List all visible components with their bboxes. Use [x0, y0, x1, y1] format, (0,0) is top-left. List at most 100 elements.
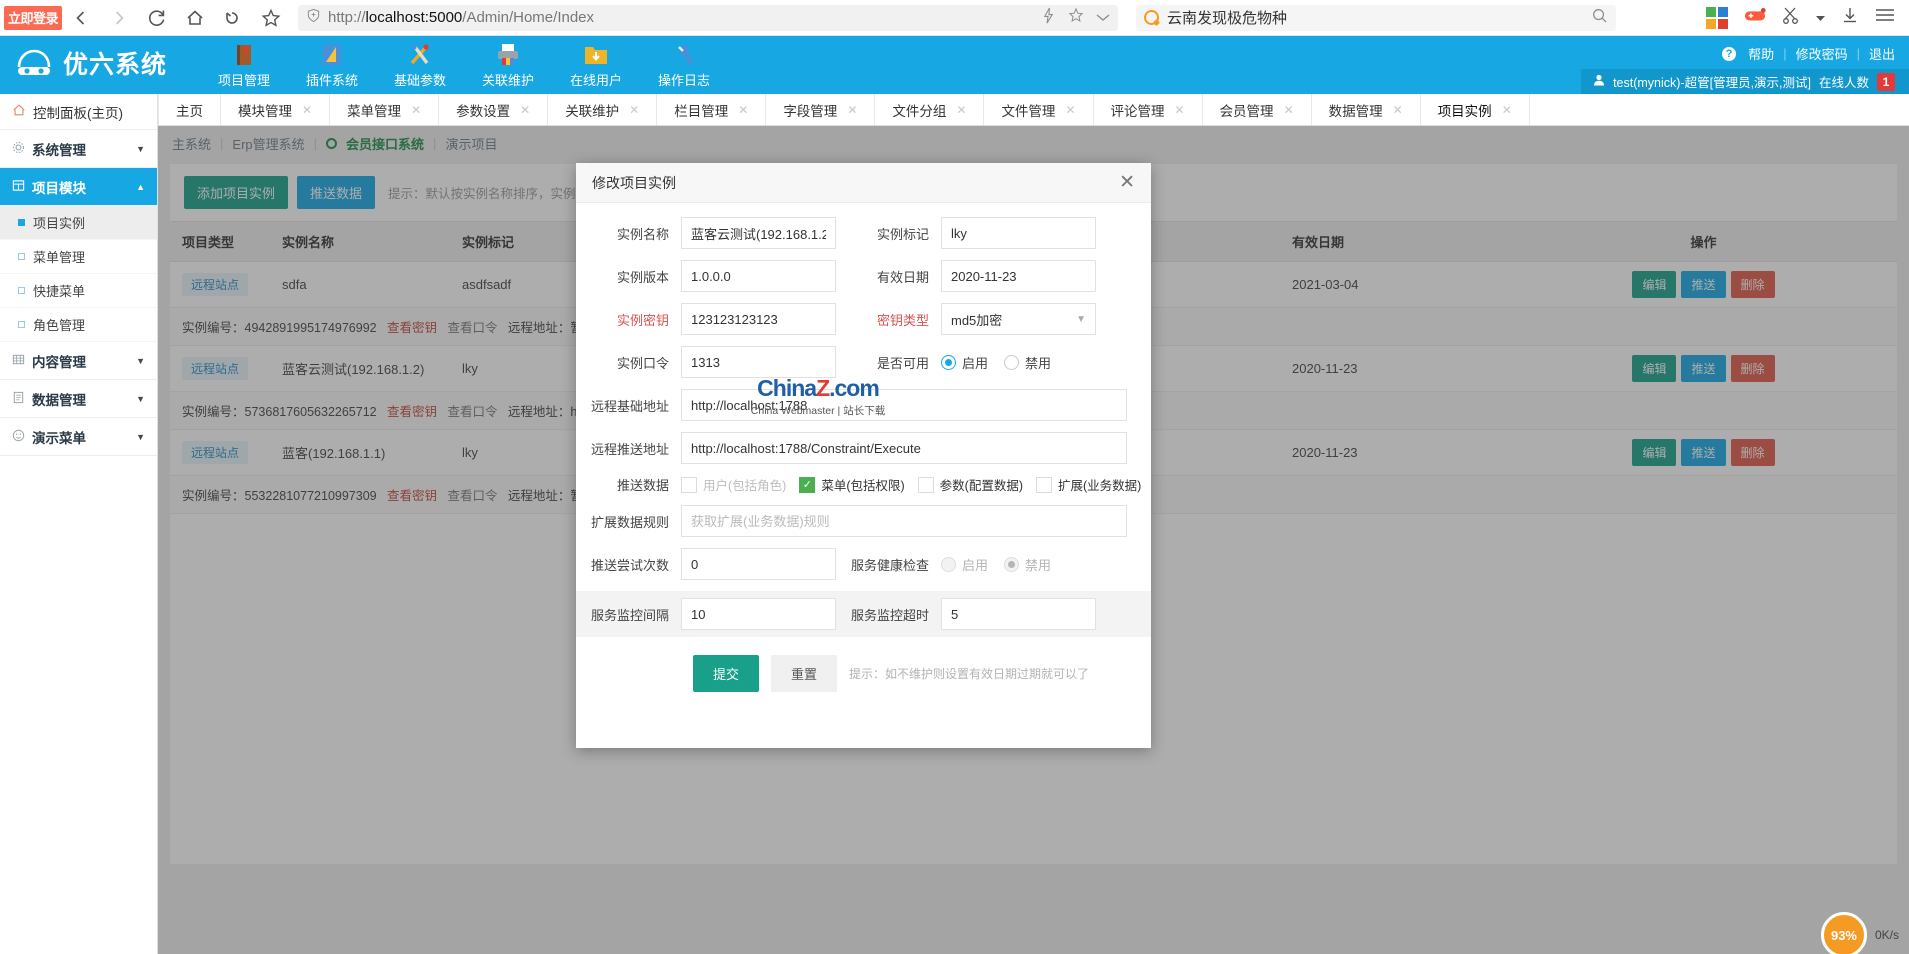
sidebar-item-menu-manage[interactable]: 菜单管理 [0, 240, 157, 274]
tab-close-icon[interactable]: ✕ [1065, 103, 1075, 117]
login-badge[interactable]: 立即登录 [4, 5, 62, 30]
tab-member-manage[interactable]: 会员管理 ✕ [1203, 94, 1312, 125]
retry-input[interactable] [681, 548, 836, 580]
push-option-user[interactable]: 用户(包括角色) [681, 475, 786, 494]
sidebar-item-quick-menu[interactable]: 快捷菜单 [0, 274, 157, 308]
push-option-ext[interactable]: 扩展(业务数据) [1035, 475, 1141, 494]
header-nav-label-1: 插件系统 [305, 73, 358, 88]
tab-close-icon[interactable]: ✕ [520, 103, 530, 117]
tab-close-icon[interactable]: ✕ [302, 103, 312, 117]
remote-push-input[interactable] [681, 432, 1127, 464]
help-link[interactable]: 帮助 [1748, 44, 1774, 63]
scissors-dropdown-icon[interactable] [1816, 9, 1825, 27]
header-nav-item-5[interactable]: 操作日志 [640, 36, 728, 94]
tab-close-icon[interactable]: ✕ [738, 103, 748, 117]
radio-disabled-selected-icon [1004, 556, 1020, 572]
header-nav-item-3[interactable]: 关联维护 [464, 36, 552, 94]
sidebar-group-demo[interactable]: 演示菜单 ▼ [0, 418, 157, 456]
game-controller-icon[interactable] [1744, 7, 1766, 28]
close-icon[interactable]: ✕ [1119, 173, 1135, 192]
tab-menu-manage[interactable]: 菜单管理 ✕ [330, 94, 440, 125]
undo-icon[interactable] [214, 0, 252, 36]
monitor-interval-input[interactable] [681, 598, 836, 630]
tab-module-manage[interactable]: 模块管理 ✕ [221, 94, 331, 125]
header-nav-item-2[interactable]: 基础参数 [376, 36, 464, 94]
push-option-menu[interactable]: ✓ 菜单(包括权限) [799, 475, 905, 494]
forward-button[interactable] [100, 0, 138, 36]
speed-badge[interactable]: 93% [1820, 912, 1867, 954]
modal-body: 实例名称 实例标记 实例版本 有效日期 实例密钥 密钥类型 md5加密 ▼ 实例… [576, 203, 1151, 692]
home-icon[interactable] [176, 0, 214, 36]
search-engine-logo-icon [1144, 10, 1159, 25]
header-nav-item-4[interactable]: 在线用户 [552, 36, 640, 94]
submit-button[interactable]: 提交 [693, 655, 760, 692]
search-bar[interactable]: 云南发现极危物种 [1136, 4, 1616, 31]
enabled-radio-on[interactable]: 启用 [941, 353, 988, 372]
remote-base-input[interactable] [681, 389, 1127, 421]
search-icon[interactable] [1591, 7, 1608, 29]
reset-button[interactable]: 重置 [771, 655, 838, 692]
push-option-param[interactable]: 参数(配置数据) [917, 475, 1023, 494]
tab-close-icon[interactable]: ✕ [956, 103, 966, 117]
menu-hamburger-icon[interactable] [1875, 8, 1895, 27]
tab-column-manage[interactable]: 栏目管理 ✕ [657, 94, 767, 125]
tab-project-instance[interactable]: 项目实例 ✕ [1421, 94, 1530, 125]
tab-close-icon[interactable]: ✕ [1284, 103, 1294, 117]
header-nav-item-0[interactable]: 项目管理 [200, 36, 288, 94]
tab-param-settings[interactable]: 参数设置 ✕ [439, 94, 549, 125]
instance-version-input[interactable] [681, 260, 836, 292]
enabled-off-label: 禁用 [1025, 355, 1052, 371]
reload-icon[interactable] [138, 0, 176, 36]
tab-close-icon[interactable]: ✕ [847, 103, 857, 117]
instance-tag-input[interactable] [941, 217, 1096, 249]
enabled-radio-off[interactable]: 禁用 [1004, 353, 1051, 372]
bookmark-star-icon[interactable] [252, 0, 290, 36]
tab-close-icon[interactable]: ✕ [411, 103, 421, 117]
sidebar-group-label-4: 演示菜单 [32, 430, 86, 446]
tab-comment-manage[interactable]: 评论管理 ✕ [1094, 94, 1203, 125]
tab-relation-maintain[interactable]: 关联维护 ✕ [548, 94, 658, 125]
sidebar-group-content[interactable]: 内容管理 ▼ [0, 342, 157, 380]
tab-home[interactable]: 主页 [158, 94, 221, 125]
lightning-icon[interactable] [1041, 7, 1056, 29]
apps-grid-icon[interactable] [1706, 6, 1728, 29]
tab-file-group[interactable]: 文件分组 ✕ [875, 94, 985, 125]
sidebar-item-role-manage[interactable]: 角色管理 [0, 308, 157, 342]
instance-key-input[interactable] [681, 303, 836, 335]
back-button[interactable] [62, 0, 100, 36]
label-instance-pass: 实例口令 [616, 355, 669, 371]
header-nav-item-1[interactable]: 插件系统 [288, 36, 376, 94]
monitor-timeout-input[interactable] [941, 598, 1096, 630]
sidebar-item-project-instance[interactable]: 项目实例 [0, 206, 157, 240]
app-logo[interactable]: 优六系统 [14, 43, 167, 83]
health-radio-group: 启用 禁用 [941, 555, 1096, 574]
bullet-icon [18, 219, 25, 226]
instance-pass-input[interactable] [681, 346, 836, 378]
ext-rule-input[interactable] [681, 505, 1127, 537]
sidebar-group-system[interactable]: 系统管理 ▼ [0, 130, 157, 168]
tab-field-manage[interactable]: 字段管理 ✕ [766, 94, 876, 125]
download-icon[interactable] [1841, 6, 1859, 29]
chevron-down-icon[interactable] [1096, 9, 1110, 27]
change-password-link[interactable]: 修改密码 [1796, 44, 1848, 63]
tab-file-manage[interactable]: 文件管理 ✕ [984, 94, 1094, 125]
field-row-push-data: 推送数据 用户(包括角色) ✓ 菜单(包括权限) 参数(配置数据) 扩展(业务数… [576, 475, 1151, 494]
scissors-icon[interactable] [1782, 6, 1800, 29]
favorite-star-icon[interactable] [1068, 7, 1084, 28]
logout-link[interactable]: 退出 [1869, 44, 1895, 63]
float-speed-widget[interactable]: 93% 0K/s [1820, 912, 1899, 954]
valid-date-input[interactable] [941, 260, 1096, 292]
sidebar-group-project[interactable]: 项目模块 ▲ [0, 168, 157, 206]
tab-close-icon[interactable]: ✕ [1502, 103, 1512, 117]
instance-name-input[interactable] [681, 217, 836, 249]
tab-close-icon[interactable]: ✕ [1393, 103, 1403, 117]
tab-close-icon[interactable]: ✕ [629, 103, 639, 117]
address-bar[interactable]: http://localhost:5000/Admin/Home/Index [298, 4, 1118, 31]
sidebar-item-dashboard[interactable]: 控制面板(主页) [0, 94, 157, 130]
tab-data-manage[interactable]: 数据管理 ✕ [1312, 94, 1421, 125]
sidebar-group-data[interactable]: 数据管理 ▼ [0, 380, 157, 418]
key-type-select[interactable]: md5加密 ▼ [941, 303, 1096, 335]
grid-icon [12, 353, 25, 369]
modal-footer: 提交 重置 提示：如不维护则设置有效日期过期就可以了 [576, 637, 1151, 692]
tab-close-icon[interactable]: ✕ [1175, 103, 1185, 117]
